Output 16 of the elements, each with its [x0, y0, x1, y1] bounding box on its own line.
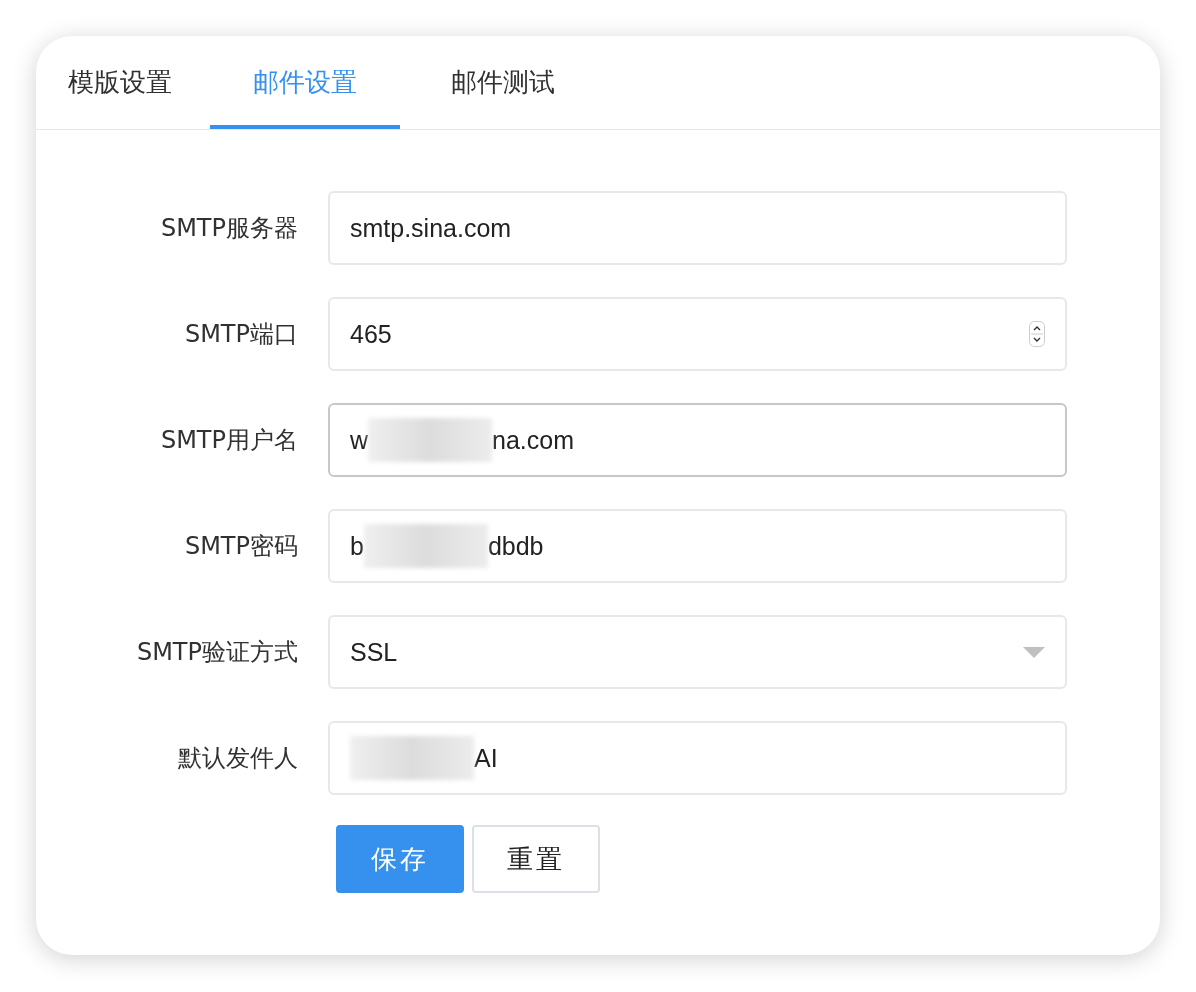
- input-field[interactable]: w na.com: [328, 403, 1067, 477]
- field-label: 默认发件人: [177, 743, 299, 774]
- reset-button[interactable]: 重置: [472, 825, 600, 893]
- field-label: SMTP用户名: [159, 425, 299, 456]
- select-field[interactable]: SSL: [328, 615, 1067, 689]
- spinner-icon[interactable]: [1029, 321, 1045, 347]
- input-field[interactable]: 465: [328, 297, 1067, 371]
- input-field[interactable]: AI: [328, 721, 1067, 795]
- tab[interactable]: 模版设置: [52, 36, 188, 129]
- field-label: SMTP服务器: [159, 213, 299, 244]
- tab[interactable]: 邮件测试: [408, 36, 598, 129]
- field-label: SMTP端口: [183, 319, 299, 350]
- input-field[interactable]: b dbdb: [328, 509, 1067, 583]
- field-label: SMTP密码: [183, 531, 299, 562]
- input-field[interactable]: smtp.sina.com: [328, 191, 1067, 265]
- field-label: SMTP验证方式: [135, 637, 299, 668]
